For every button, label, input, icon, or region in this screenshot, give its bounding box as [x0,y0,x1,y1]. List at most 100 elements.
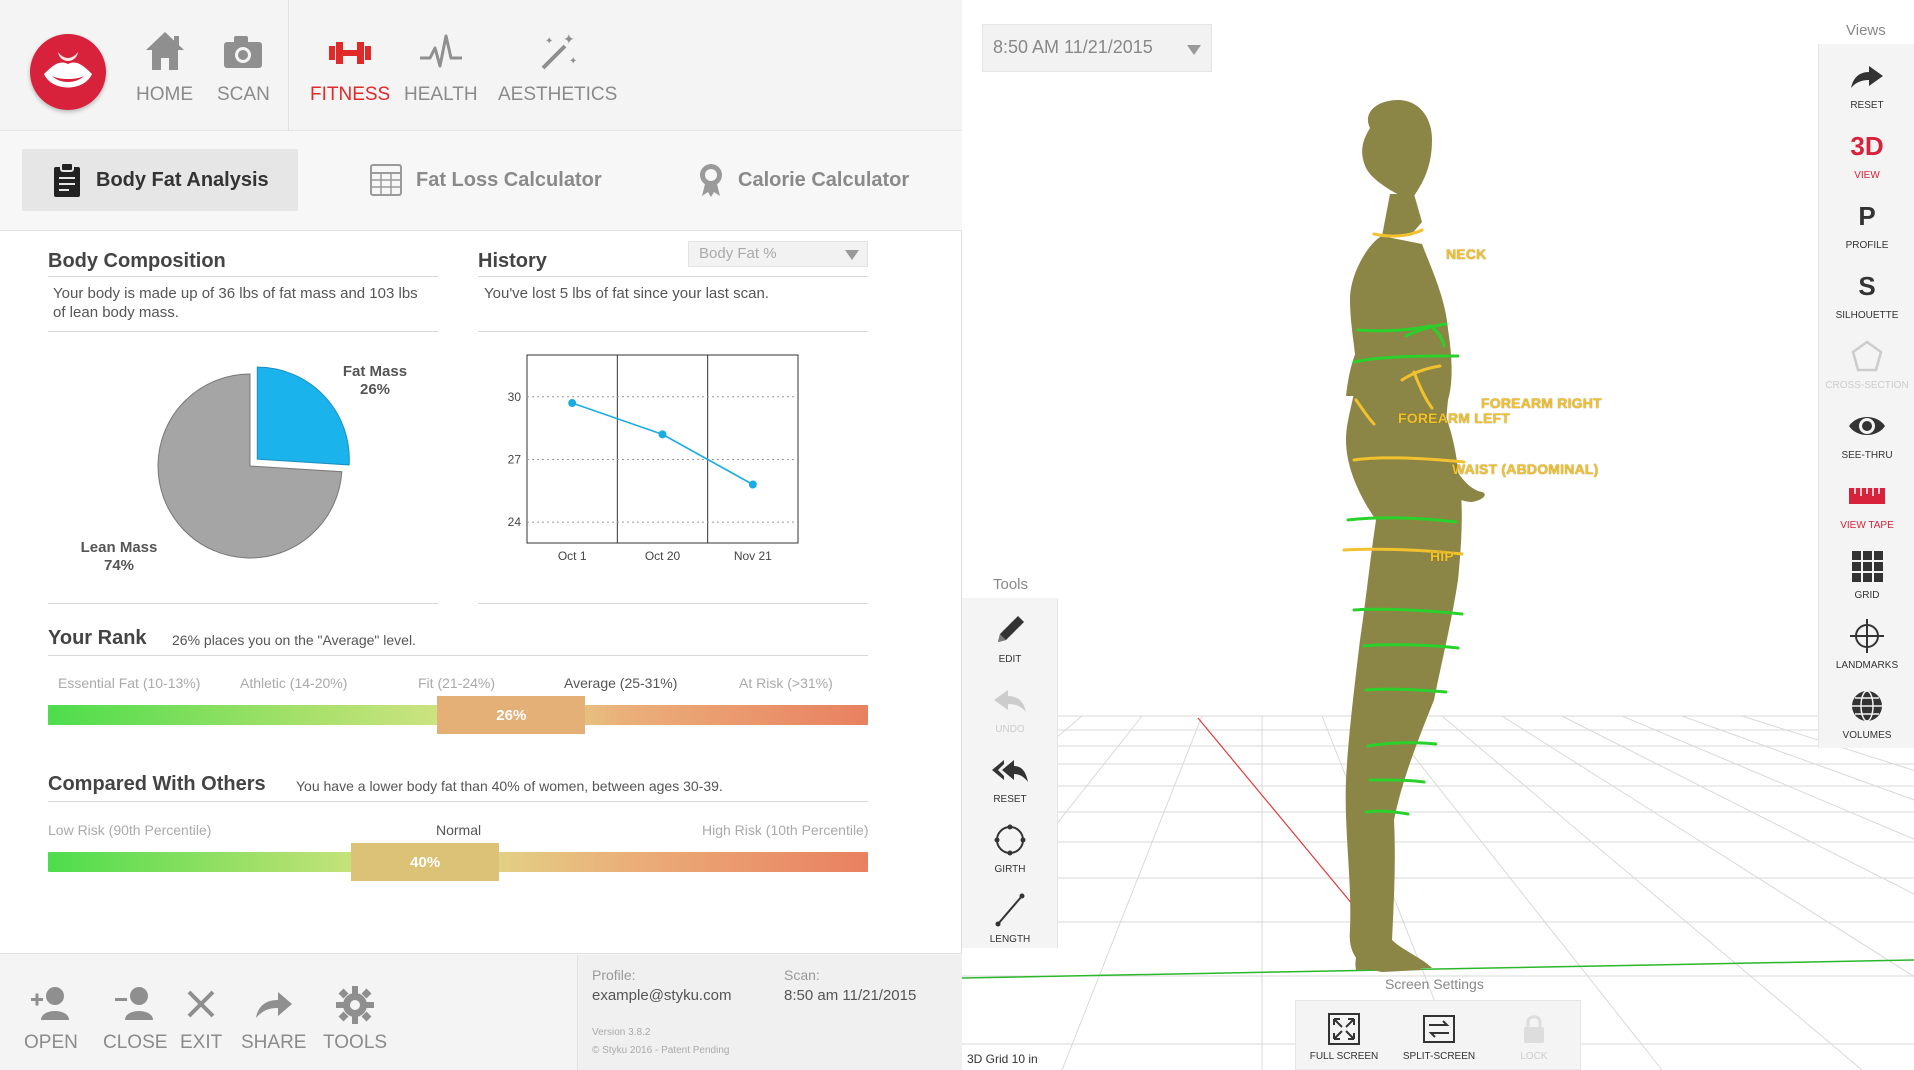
history-metric-select-value: Body Fat % [699,245,777,262]
tool-reset-button[interactable]: RESET [962,750,1058,805]
chart-x-tick-label: Nov 21 [734,549,772,563]
tool-edit-button[interactable]: EDIT [962,610,1058,665]
share-icon [255,992,292,1018]
rank-level-athletic: Athletic (14-20%) [240,675,348,691]
view-reset-label: RESET [1850,100,1884,111]
undo-icon [994,690,1026,712]
svg-text:✦: ✦ [563,32,575,48]
open-label: OPEN [24,1032,78,1053]
measure-label-waist[interactable]: WAIST (ABDOMINAL) [1452,461,1599,477]
views-title: Views [1846,22,1886,39]
history-metric-select[interactable]: Body Fat % [688,241,868,267]
styku-logo[interactable] [30,34,106,110]
dropdown-arrow-icon [1187,45,1201,55]
scan-value: 8:50 am 11/21/2015 [784,987,917,1004]
lock-button[interactable]: LOCK [1486,1011,1582,1062]
close-button[interactable]: CLOSE [103,984,167,1054]
view-reset-button[interactable]: RESET [1819,56,1914,111]
screen-settings-title: Screen Settings [1385,976,1484,992]
nav-fitness-label: FITNESS [310,84,391,105]
nav-home-label: HOME [136,84,193,105]
rank-level-at-risk: At Risk (>31%) [739,675,833,691]
view-grid-label: GRID [1854,590,1880,601]
compare-high-label: High Risk (10th Percentile) [702,822,869,838]
open-button[interactable]: OPEN [24,984,78,1054]
view-silhouette-button[interactable]: S SILHOUETTE [1819,266,1914,321]
view-grid-button[interactable]: GRID [1819,546,1914,601]
chart-y-tick-label: 24 [508,515,522,529]
split-screen-button[interactable]: SPLIT-SCREEN [1391,1011,1487,1062]
history-chart: 24 27 30 Oct 1 Oct 20 Nov 21 [508,354,799,563]
tool-length-button[interactable]: LENGTH [962,890,1058,945]
chart-plot-area [526,354,799,544]
view-silhouette-glyph: S [1858,271,1876,301]
measure-label-neck[interactable]: NECK [1446,246,1486,262]
calculator-icon [370,164,402,196]
clipboard-icon [54,162,80,197]
view-profile-button[interactable]: P PROFILE [1819,196,1914,251]
split-screen-label: SPLIT-SCREEN [1402,1051,1476,1062]
compare-mid-label: Normal [436,822,482,838]
tools-button[interactable]: TOOLS [323,984,387,1054]
dropdown-arrow-icon [845,250,859,260]
profile-label: Profile: [592,967,636,983]
compare-marker: 40% [351,843,500,881]
tab-calorie-calculator[interactable]: Calorie Calculator [698,149,909,211]
tab-body-fat-analysis[interactable]: Body Fat Analysis [22,149,298,211]
lock-label: LOCK [1520,1051,1548,1062]
body-composition-title: Body Composition [48,250,226,272]
pentagon-icon [1851,340,1883,372]
nav-fitness[interactable]: FITNESS [310,28,390,106]
tab-calorie-calculator-label: Calorie Calculator [738,168,910,191]
tool-undo-button[interactable]: UNDO [962,680,1058,735]
scan-date-value: 8:50 AM 11/21/2015 [993,37,1153,57]
view-silhouette-label: SILHOUETTE [1835,310,1899,321]
view-see-thru-button[interactable]: SEE-THRU [1819,406,1914,461]
measure-label-forearm-left[interactable]: FOREARM LEFT [1398,410,1510,426]
camera-icon [224,36,263,68]
grid-size-label: 3D Grid 10 in [967,1052,1038,1066]
home-icon [145,32,184,70]
chart-data-point [658,430,667,439]
award-icon [700,164,722,197]
view-cross-section-button[interactable]: CROSS-SECTION [1819,336,1914,391]
measure-label-hip[interactable]: HIP [1430,548,1454,564]
3d-viewer[interactable]: NECK FOREARM RIGHT FOREARM LEFT WAIST (A… [962,0,1914,1070]
tool-edit-label: EDIT [998,654,1022,665]
full-screen-button[interactable]: FULL SCREEN [1296,1011,1392,1062]
your-rank-title: Your Rank [48,627,147,649]
full-screen-label: FULL SCREEN [1309,1051,1379,1062]
tab-fat-loss-calculator-label: Fat Loss Calculator [416,168,602,191]
nav-home[interactable]: HOME [136,28,193,106]
close-icon [187,990,215,1018]
exit-label: EXIT [180,1032,223,1053]
view-tape-button[interactable]: VIEW TAPE [1819,476,1914,531]
view-tape-label: VIEW TAPE [1840,520,1894,531]
nav-aesthetics[interactable]: ✦ ✦ ✦ AESTHETICS [498,28,617,106]
view-3d-button[interactable]: 3D VIEW [1819,126,1914,181]
nav-divider [288,0,289,131]
scan-date-select[interactable]: 8:50 AM 11/21/2015 [982,24,1212,72]
tool-length-label: LENGTH [989,934,1031,945]
tab-fat-loss-calculator[interactable]: Fat Loss Calculator [370,149,602,211]
measure-label-forearm-right[interactable]: FOREARM RIGHT [1481,395,1602,411]
chart-x-tick-label: Oct 20 [645,549,681,563]
view-profile-glyph: P [1858,201,1876,231]
tool-girth-button[interactable]: GIRTH [962,820,1058,875]
lock-icon [1524,1015,1544,1043]
compared-desc: You have a lower body fat than 40% of wo… [296,778,723,794]
view-volumes-button[interactable]: VOLUMES [1819,686,1914,741]
dumbbell-icon [329,42,372,64]
compared-title: Compared With Others [48,773,266,795]
nav-health[interactable]: HEALTH [404,28,478,106]
version-text: Version 3.8.2 [592,1027,651,1038]
view-landmarks-button[interactable]: LANDMARKS [1819,616,1914,671]
chart-y-tick-label: 30 [508,390,522,404]
exit-button[interactable]: EXIT [180,984,222,1054]
magic-wand-icon: ✦ ✦ ✦ [541,32,577,70]
analysis-tabs: Body Fat Analysis Fat Loss Calculator Ca… [0,131,962,231]
nav-scan[interactable]: SCAN [217,28,270,106]
fullscreen-icon [1328,1013,1360,1045]
share-button[interactable]: SHARE [241,984,306,1054]
girth-icon [994,824,1026,856]
